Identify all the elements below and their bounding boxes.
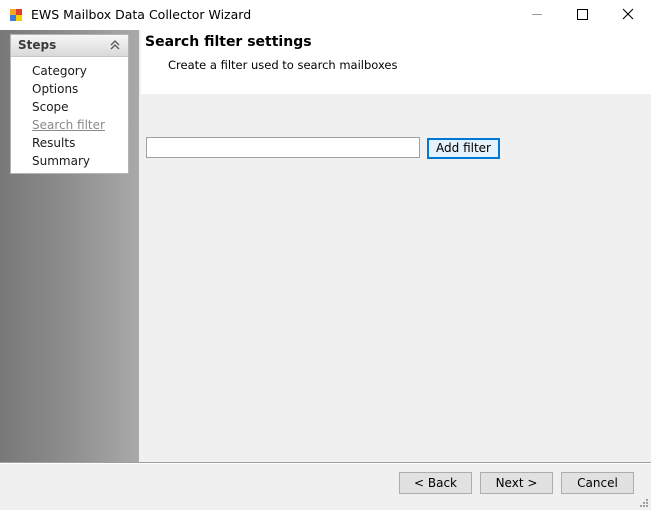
window-title: EWS Mailbox Data Collector Wizard [31,7,252,22]
steps-list: Category Options Scope Search filter Res… [11,63,105,171]
step-category[interactable]: Category [11,63,105,81]
steps-title: Steps [18,38,57,52]
steps-header[interactable]: Steps [11,35,128,57]
page-title: Search filter settings [145,34,312,50]
maximize-button[interactable] [559,0,605,30]
page-header: Search filter settings Create a filter u… [141,30,651,94]
wizard-window: EWS Mailbox Data Collector Wizard Steps [0,0,651,510]
app-window-icon [9,8,23,22]
cancel-button[interactable]: Cancel [561,472,634,494]
step-summary[interactable]: Summary [11,153,105,171]
double-chevron-up-icon[interactable] [109,39,121,51]
back-button[interactable]: < Back [399,472,472,494]
next-button[interactable]: Next > [480,472,553,494]
step-search-filter[interactable]: Search filter [11,117,105,135]
step-results[interactable]: Results [11,135,105,153]
step-options[interactable]: Options [11,81,105,99]
maximize-icon [577,9,588,20]
page-subtitle: Create a filter used to search mailboxes [168,58,398,72]
close-button[interactable] [605,0,651,30]
add-filter-button[interactable]: Add filter [427,138,500,159]
steps-panel: Steps Category Options Scope Search filt… [10,34,129,174]
resize-grip-icon[interactable] [639,498,649,508]
close-icon [622,8,634,20]
filter-input[interactable] [146,137,420,158]
footer-divider-highlight [0,463,651,464]
title-bar: EWS Mailbox Data Collector Wizard [0,0,651,30]
minimize-icon [532,14,542,15]
minimize-button[interactable] [514,0,560,30]
step-scope[interactable]: Scope [11,99,105,117]
